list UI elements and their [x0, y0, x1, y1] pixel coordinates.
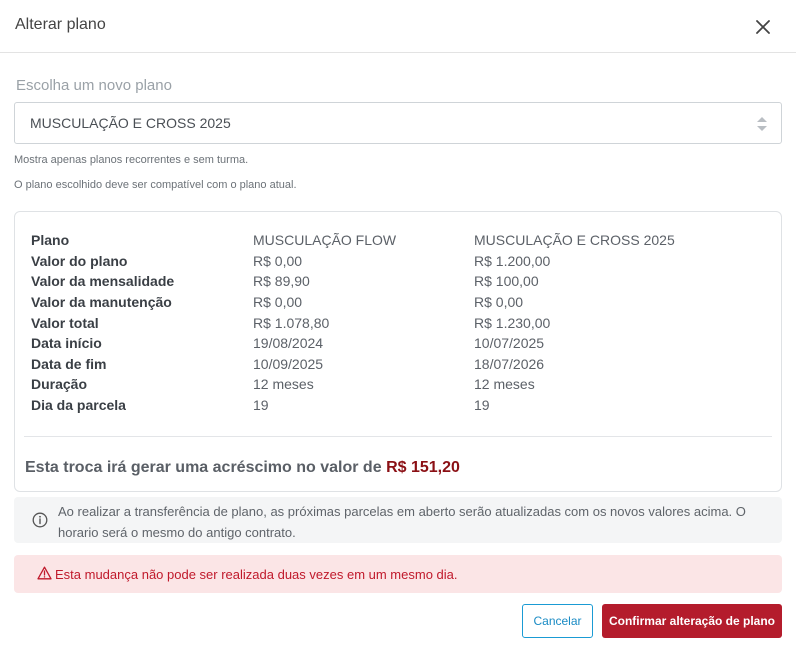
alert-text: Esta mudança não pode ser realizada duas…: [55, 567, 458, 582]
new-value: 19: [474, 397, 490, 413]
new-value: R$ 1.200,00: [474, 253, 551, 269]
select-arrows-icon: [755, 114, 769, 134]
current-value: 19/08/2024: [253, 335, 324, 351]
confirm-change-plan-button[interactable]: Confirmar alteração de plano: [602, 604, 782, 638]
current-value: 19: [253, 397, 269, 413]
row-label: Valor da mensalidade: [31, 273, 175, 289]
summary-text: Esta troca irá gerar uma acréscimo no va…: [25, 459, 382, 476]
hint-recurring: Mostra apenas planos recorrentes e sem t…: [14, 154, 249, 166]
comparison-row: Valor da mensalidade R$ 89,90 R$ 100,00: [31, 273, 771, 293]
current-value: R$ 0,00: [253, 294, 303, 310]
row-label: Dia da parcela: [31, 397, 126, 413]
info-circle-icon: [32, 512, 48, 528]
comparison-row: Valor do plano R$ 0,00 R$ 1.200,00: [31, 253, 771, 273]
comparison-row: Data início 19/08/2024 10/07/2025: [31, 335, 771, 355]
new-value: 12 meses: [474, 376, 535, 392]
row-label: Valor do plano: [31, 253, 128, 269]
change-plan-modal: Alterar plano Escolha um novo plano MUSC…: [0, 0, 796, 653]
plan-select-label: Escolha um novo plano: [16, 77, 172, 94]
modal-title: Alterar plano: [15, 16, 106, 33]
new-value: R$ 0,00: [474, 294, 524, 310]
comparison-row: Duração 12 meses 12 meses: [31, 376, 771, 396]
comparison-row: Data de fim 10/09/2025 18/07/2026: [31, 356, 771, 376]
row-label: Plano: [31, 232, 70, 248]
info-notice: Ao realizar a transferência de plano, as…: [14, 497, 782, 543]
plan-select-value: MUSCULAÇÃO E CROSS 2025: [30, 115, 231, 131]
current-value: 12 meses: [253, 376, 314, 392]
row-label: Data de fim: [31, 356, 107, 372]
info-text: Ao realizar a transferência de plano, as…: [58, 504, 746, 540]
comparison-row: Plano MUSCULAÇÃO FLOW MUSCULAÇÃO E CROSS…: [31, 232, 771, 252]
cancel-button[interactable]: Cancelar: [522, 604, 593, 638]
current-value: R$ 1.078,80: [253, 315, 330, 331]
hint-compatible: O plano escolhido deve ser compatível co…: [14, 179, 297, 191]
comparison-row: Valor total R$ 1.078,80 R$ 1.230,00: [31, 315, 771, 335]
price-difference-summary: Esta troca irá gerar uma acréscimo no va…: [25, 459, 460, 477]
new-value: R$ 100,00: [474, 273, 539, 289]
current-value: 10/09/2025: [253, 356, 324, 372]
plan-select[interactable]: MUSCULAÇÃO E CROSS 2025: [14, 102, 782, 144]
close-icon[interactable]: [754, 18, 772, 36]
row-label: Valor total: [31, 315, 99, 331]
row-label: Data início: [31, 335, 102, 351]
new-value: MUSCULAÇÃO E CROSS 2025: [474, 232, 675, 248]
comparison-row: Valor da manutenção R$ 0,00 R$ 0,00: [31, 294, 771, 314]
current-value: R$ 89,90: [253, 273, 310, 289]
warning-alert: Esta mudança não pode ser realizada duas…: [14, 555, 782, 593]
divider: [24, 436, 772, 437]
plan-comparison: Plano MUSCULAÇÃO FLOW MUSCULAÇÃO E CROSS…: [14, 211, 782, 492]
new-value: R$ 1.230,00: [474, 315, 551, 331]
modal-header: Alterar plano: [0, 0, 796, 53]
row-label: Duração: [31, 376, 88, 392]
comparison-row: Dia da parcela 19 19: [31, 397, 771, 417]
current-value: MUSCULAÇÃO FLOW: [253, 232, 397, 248]
warning-triangle-icon: [37, 566, 52, 580]
new-value: 18/07/2026: [474, 356, 545, 372]
summary-amount: R$ 151,20: [386, 459, 460, 476]
new-value: 10/07/2025: [474, 335, 545, 351]
current-value: R$ 0,00: [253, 253, 303, 269]
row-label: Valor da manutenção: [31, 294, 172, 310]
